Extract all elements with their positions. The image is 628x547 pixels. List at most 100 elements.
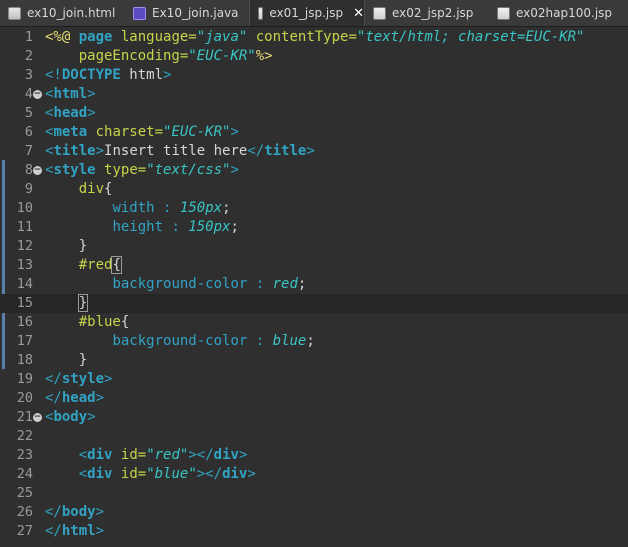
code-line[interactable]: 24 <div id="blue"></div> [0,465,628,484]
code-token: body [61,504,96,520]
line-number: 14 [16,276,33,292]
code-line[interactable]: 2 pageEncoding="EUC-KR"%> [0,47,628,66]
code-line[interactable]: 23 <div id="red"></div> [0,446,628,465]
code-token: > [95,523,105,539]
code-token: "java" [196,29,248,45]
code-token: "text/html; charset=EUC-KR" [356,29,585,45]
code-token: > [238,447,248,463]
code-token: width [112,200,155,216]
code-token: </ [45,504,62,520]
code-line[interactable]: 20 </head> [0,389,628,408]
close-tab-icon[interactable]: ✕ [353,6,364,21]
tab-ex02hap100-jsp[interactable]: ex02hap100.jsp [489,0,628,26]
fold-collapse-icon[interactable]: − [33,90,42,99]
code-line[interactable]: 25 [0,484,628,503]
code-line[interactable]: 9 div{ [0,180,628,199]
jsp-file-icon [258,6,264,20]
code-text: <title>Insert title here</title> [45,142,315,161]
fold-collapse-icon[interactable]: − [33,413,42,422]
code-line[interactable]: 4− <html> [0,85,628,104]
code-line[interactable]: 27 </html> [0,522,628,541]
code-token: div [78,181,105,197]
code-token: style [53,162,96,178]
line-number: 1 [24,29,33,45]
code-line[interactable]: 3 <!DOCTYPE html> [0,66,628,85]
tab-label: ex10_join.html [27,6,116,20]
code-line[interactable]: 10 width : 150px; [0,199,628,218]
code-token: type= [104,162,147,178]
code-line[interactable]: 17 background-color : blue; [0,332,628,351]
code-editor[interactable]: 1 <%@ page language="java" contentType="t… [0,27,628,547]
line-number: 2 [24,48,33,64]
line-number: 15 [16,295,33,311]
line-number: 20 [16,390,33,406]
code-token: pageEncoding= [78,48,189,64]
tab-ex10-join-java[interactable]: Ex10_join.java [125,0,249,26]
code-line[interactable]: 7 <title>Insert title here</title> [0,142,628,161]
line-number: 23 [16,447,33,463]
code-token: </ [45,371,62,387]
code-token: div [87,466,113,482]
code-line[interactable]: 15 } [0,294,628,313]
tab-label: ex02_jsp2.jsp [392,6,474,20]
line-number: 6 [24,124,33,140]
code-token: : [255,276,265,292]
code-line[interactable]: 11 height : 150px; [0,218,628,237]
line-number: 25 [16,485,33,501]
code-token: > [95,143,105,159]
code-token: { [104,181,113,197]
tab-ex01-jsp-jsp[interactable]: ex01_jsp.jsp ✕ [249,0,365,26]
line-number: 21 [16,409,33,425]
code-text: #red{ [45,256,122,275]
tab-ex10-join-html[interactable]: ex10_join.html [0,0,125,26]
code-token: 150px [179,200,223,216]
code-token: meta [53,124,88,140]
code-line[interactable]: 5 <head> [0,104,628,123]
line-number: 4 [24,86,33,102]
code-token: div [87,447,113,463]
code-line[interactable]: 21− <body> [0,408,628,427]
fold-collapse-icon[interactable]: − [33,166,42,175]
code-line[interactable]: 6 <meta charset="EUC-KR"> [0,123,628,142]
code-token: ; [222,200,231,216]
code-token: ; [230,219,239,235]
code-token: < [78,466,88,482]
code-line[interactable]: 26 </body> [0,503,628,522]
code-token: "EUC-KR" [188,48,256,64]
code-line[interactable]: 16 #blue{ [0,313,628,332]
code-text: pageEncoding="EUC-KR"%> [45,47,273,66]
code-line[interactable]: 12 } [0,237,628,256]
code-token: </ [45,523,62,539]
code-token: } [77,294,89,312]
line-number: 13 [16,257,33,273]
code-line[interactable]: 19 </style> [0,370,628,389]
code-text: <div id="red"></div> [45,446,248,465]
code-line[interactable]: 18 } [0,351,628,370]
code-token: html [53,86,88,102]
code-text: height : 150px; [45,218,239,237]
code-line[interactable]: 14 background-color : red; [0,275,628,294]
code-token: id= [120,466,147,482]
code-token: style [61,371,105,387]
code-token: #blue [78,314,121,330]
code-text: <!DOCTYPE html> [45,66,171,85]
code-token: { [120,314,130,330]
code-text: div{ [45,180,113,199]
code-token: > [163,67,172,83]
code-token: ></ [196,466,223,482]
code-line[interactable]: 8− <style type="text/css"> [0,161,628,180]
code-line[interactable]: 1 <%@ page language="java" contentType="t… [0,28,628,47]
tab-ex02-jsp2-jsp[interactable]: ex02_jsp2.jsp [365,0,489,26]
tab-label: Ex10_join.java [152,6,239,20]
code-text: <head> [45,104,96,123]
code-line[interactable]: 13 #red{ [0,256,628,275]
line-number: 26 [16,504,33,520]
code-line[interactable]: 22 [0,427,628,446]
code-token: title [53,143,96,159]
